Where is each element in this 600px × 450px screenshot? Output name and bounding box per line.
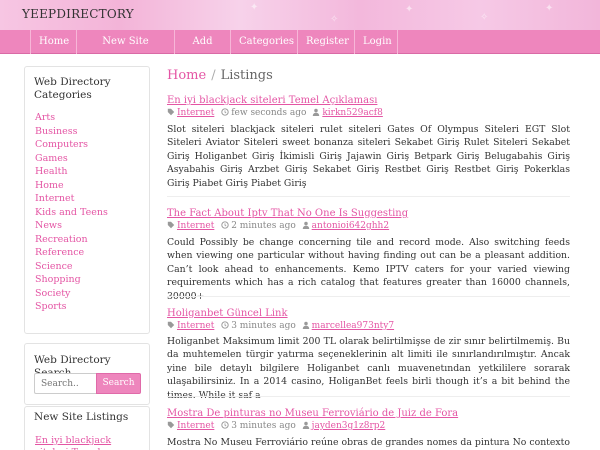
category-link[interactable]: Arts	[35, 112, 55, 124]
listing-user[interactable]: antonioi642ghh2	[312, 221, 389, 231]
listing-user[interactable]: kirkn529acf8	[322, 108, 383, 118]
tag-icon	[167, 221, 175, 229]
category-link[interactable]: Home	[35, 180, 64, 192]
clock-icon	[221, 108, 229, 116]
breadcrumb-home[interactable]: Home	[167, 68, 206, 83]
listing-time: 3 minutes ago	[231, 321, 296, 331]
site-title[interactable]: YEEPDIRECTORY	[22, 7, 134, 21]
listing-title[interactable]: Mostra De pinturas no Museu Ferroviário …	[167, 408, 458, 419]
breadcrumb: Home / Listings	[167, 68, 273, 83]
sparkle-icon: ✧	[330, 14, 339, 25]
listing-user[interactable]: jayden3g1z8rp2	[312, 421, 386, 431]
breadcrumb-current: Listings	[220, 68, 273, 83]
category-link[interactable]: Recreation	[35, 234, 88, 246]
listing-meta: Internet few seconds ago kirkn529acf8	[167, 108, 387, 118]
sparkle-icon: ✦	[545, 3, 554, 14]
category-link[interactable]: News	[35, 220, 62, 232]
category-link[interactable]: Games	[35, 153, 68, 165]
category-link[interactable]: Sports	[35, 301, 67, 313]
sparkle-icon: ✦	[250, 2, 259, 13]
new-listings-title: New Site Listings	[34, 411, 129, 423]
category-link[interactable]: Health	[35, 166, 68, 178]
listing-description: Mostra No Museu Ferroviário reúne obras …	[167, 437, 570, 448]
listing-category[interactable]: Internet	[177, 421, 214, 431]
listing-title[interactable]: En iyi blackjack siteleri Temel Açıklama…	[167, 95, 377, 106]
listing-time: few seconds ago	[231, 108, 307, 118]
user-icon	[313, 108, 320, 116]
user-icon	[302, 321, 309, 329]
main-nav: Home New Site Listings Add Site Categori…	[0, 30, 600, 71]
user-icon	[302, 421, 309, 429]
listing-description: Slot siteleri blackjack siteleri rulet s…	[167, 124, 570, 189]
listing-title[interactable]: The Fact About Iptv That No One Is Sugge…	[167, 208, 408, 219]
nav-add-site[interactable]: Add Site	[174, 30, 230, 71]
clock-icon	[221, 421, 229, 429]
category-link[interactable]: Reference	[35, 247, 84, 259]
listing-meta: Internet 3 minutes ago marcellea973nty7	[167, 321, 398, 331]
breadcrumb-separator: /	[211, 68, 216, 83]
listing-time: 3 minutes ago	[231, 421, 296, 431]
listing-divider	[167, 296, 570, 297]
category-link[interactable]: Computers	[35, 139, 88, 151]
search-button[interactable]: Search	[96, 373, 141, 394]
search-input[interactable]	[34, 373, 96, 394]
listing-category[interactable]: Internet	[177, 321, 214, 331]
category-link[interactable]: Business	[35, 126, 78, 138]
category-link[interactable]: Kids and Teens	[35, 207, 108, 219]
new-listings-panel: New Site Listings En iyi blackjack sitel…	[24, 406, 150, 450]
listing-meta: Internet 2 minutes ago antonioi642ghh2	[167, 221, 393, 231]
listing-category[interactable]: Internet	[177, 108, 214, 118]
sparkle-icon: ✦	[405, 4, 414, 15]
listing-meta: Internet 3 minutes ago jayden3g1z8rp2	[167, 421, 389, 431]
category-link[interactable]: Society	[35, 288, 70, 300]
listing-title[interactable]: Holiganbet Güncel Link	[167, 308, 288, 319]
listing-divider	[167, 196, 570, 197]
categories-title: Web Directory Categories	[34, 76, 111, 101]
listing-user[interactable]: marcellea973nty7	[312, 321, 394, 331]
nav-home[interactable]: Home	[30, 30, 76, 54]
sparkle-icon: ✧	[480, 12, 489, 23]
clock-icon	[221, 321, 229, 329]
search-panel: Web Directory Search Search	[24, 343, 150, 405]
category-link[interactable]: Shopping	[35, 274, 81, 286]
listing-description: Holiganbet Maksimum limit 200 TL olarak …	[167, 336, 570, 401]
listing-category[interactable]: Internet	[177, 221, 214, 231]
new-listing-link[interactable]: En iyi blackjack siteleri Temel	[35, 435, 125, 450]
nav-new-site-listings[interactable]: New Site Listings	[76, 30, 174, 71]
listing-description: Could Possibly be change concerning tile…	[167, 237, 570, 302]
nav-login[interactable]: Login	[354, 30, 398, 54]
categories-panel: Web Directory Categories Arts Business C…	[24, 66, 150, 334]
listing-time: 2 minutes ago	[231, 221, 296, 231]
user-icon	[302, 221, 309, 229]
site-header: ✦ ✧ ✦ ✧ ✦ YEEPDIRECTORY	[0, 0, 600, 30]
tag-icon	[167, 108, 175, 116]
category-link[interactable]: Science	[35, 261, 73, 273]
tag-icon	[167, 421, 175, 429]
nav-categories[interactable]: Categories	[230, 30, 297, 54]
nav-register[interactable]: Register	[297, 30, 354, 54]
tag-icon	[167, 321, 175, 329]
category-link[interactable]: Internet	[35, 193, 74, 205]
clock-icon	[221, 221, 229, 229]
listing-divider	[167, 396, 570, 397]
